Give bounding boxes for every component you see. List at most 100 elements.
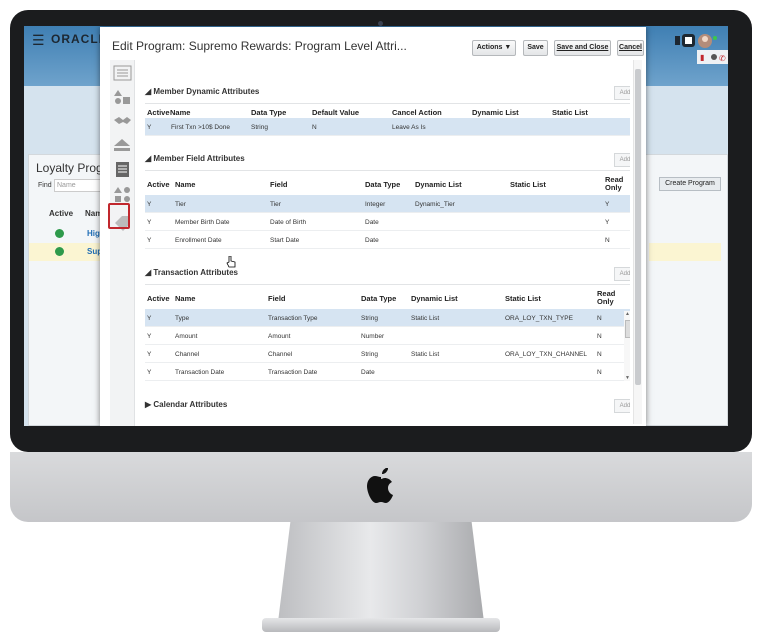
col-data-type: Data Type xyxy=(365,180,401,189)
cell-field: Tier xyxy=(270,201,281,208)
cell-data-type: Date xyxy=(365,237,379,244)
col-read-only: Read Only xyxy=(597,289,616,306)
cell-name: Enrollment Date xyxy=(175,237,222,244)
cell-data-type: Integer xyxy=(365,201,386,208)
cell-data-type: Number xyxy=(361,333,385,340)
table-row[interactable]: Sup xyxy=(29,243,109,261)
divider xyxy=(145,170,630,171)
page-title: Loyalty Progr xyxy=(36,161,107,175)
table-row[interactable]: Y Type Transaction Type String Static Li… xyxy=(145,309,630,327)
save-and-close-button[interactable]: Save and Close xyxy=(554,40,611,56)
cell-read-only: N xyxy=(597,315,602,322)
header-icons: ▮ ✆ xyxy=(675,29,728,65)
hamburger-icon[interactable]: ☰ xyxy=(32,32,45,49)
shapes-icon[interactable] xyxy=(113,88,132,106)
list-icon[interactable] xyxy=(113,64,132,82)
col-dynamic-list: Dynamic List xyxy=(411,294,458,303)
table-row[interactable]: High xyxy=(29,225,105,243)
member-field-title: Member Field Attributes xyxy=(153,154,245,163)
col-default-value: Default Value xyxy=(312,108,360,117)
col-active: Active xyxy=(147,294,170,303)
table-row[interactable]: Y Enrollment Date Start Date Date N xyxy=(145,231,630,249)
cell-active: Y xyxy=(147,369,152,376)
cell-active: Y xyxy=(147,351,152,358)
col-dynamic-list: Dynamic List xyxy=(472,108,519,117)
cell-name: Amount xyxy=(175,333,198,340)
scroll-up-icon[interactable]: ▲ xyxy=(625,311,630,317)
cell-read-only: Y xyxy=(605,219,610,226)
cell-data-type: Date xyxy=(365,219,379,226)
create-program-button[interactable]: Create Program xyxy=(659,177,721,191)
cell-field: Transaction Type xyxy=(268,315,318,322)
save-button[interactable]: Save xyxy=(523,40,548,56)
col-static-list: Static List xyxy=(552,108,588,117)
scroll-down-icon[interactable]: ▼ xyxy=(625,375,630,381)
cell-name: First Txn >10$ Done xyxy=(171,124,230,131)
cell-name: Type xyxy=(175,315,190,322)
cell-data-type: String xyxy=(251,124,268,131)
cell-name: Channel xyxy=(175,351,200,358)
cell-read-only: Y xyxy=(605,201,610,208)
col-read-only: Read Only xyxy=(605,175,624,192)
cell-active: Y xyxy=(147,201,152,208)
save-and-close-label: Save and Close xyxy=(556,44,609,51)
edit-program-dialog: Edit Program: Supremo Rewards: Program L… xyxy=(100,27,646,426)
table-row[interactable]: Y Amount Amount Number N xyxy=(145,327,630,345)
dialog-content: ◢ Member Dynamic Attributes Add Active N… xyxy=(140,60,630,426)
document-icon[interactable] xyxy=(113,160,132,178)
cell-read-only: N xyxy=(597,333,602,340)
table-row[interactable]: Y Tier Tier Integer Dynamic_Tier Y xyxy=(145,195,630,213)
cell-active: Y xyxy=(147,237,152,244)
cell-default-value: N xyxy=(312,124,317,131)
member-dynamic-title: Member Dynamic Attributes xyxy=(153,87,260,96)
col-active: Active xyxy=(147,180,170,189)
cell-active: Y xyxy=(147,219,152,226)
monitor-stand xyxy=(278,522,484,622)
check-circle-icon xyxy=(55,247,64,256)
handshake-icon[interactable] xyxy=(113,112,132,130)
col-dynamic-list: Dynamic List xyxy=(415,180,462,189)
actions-button[interactable]: Actions ▼ xyxy=(472,40,516,56)
transaction-section-header[interactable]: ◢ Transaction Attributes xyxy=(145,268,238,277)
col-static-list: Static List xyxy=(505,294,541,303)
col-name: Name xyxy=(175,180,196,189)
scroll-thumb[interactable] xyxy=(625,320,630,338)
cell-field: Transaction Date xyxy=(268,369,318,376)
collapse-triangle-icon: ◢ xyxy=(145,87,152,96)
col-data-type: Data Type xyxy=(251,108,287,117)
attributes-icon[interactable] xyxy=(113,186,132,204)
screen: ☰ ORACLE ▮ ✆ Loyalty Progr Find Name Act… xyxy=(24,26,728,426)
find-label: Find xyxy=(38,182,52,189)
calendar-add-button[interactable]: Add xyxy=(614,399,630,413)
row-highlight xyxy=(649,243,721,261)
svg-text:▮: ▮ xyxy=(700,53,704,62)
member-field-add-button[interactable]: Add xyxy=(614,153,630,167)
transaction-add-button[interactable]: Add xyxy=(614,267,630,281)
table-row[interactable]: Y Channel Channel String Static List ORA… xyxy=(145,345,630,363)
member-dynamic-add-button[interactable]: Add xyxy=(614,86,630,100)
cell-field: Date of Birth xyxy=(270,219,307,226)
calendar-section-header[interactable]: ▶ Calendar Attributes xyxy=(145,400,227,409)
table-row[interactable]: Y First Txn >10$ Done String N Leave As … xyxy=(145,118,630,136)
table-row[interactable]: Y Member Birth Date Date of Birth Date Y xyxy=(145,213,630,231)
transaction-table-scrollbar[interactable]: ▲ ▼ xyxy=(624,311,630,381)
table-row[interactable]: Y Transaction Date Transaction Date Date… xyxy=(145,363,630,381)
member-dynamic-section-header[interactable]: ◢ Member Dynamic Attributes xyxy=(145,87,259,96)
scroll-thumb[interactable] xyxy=(635,69,641,385)
transaction-title: Transaction Attributes xyxy=(153,268,238,277)
cancel-button[interactable]: Cancel xyxy=(617,40,644,56)
cell-active: Y xyxy=(147,315,152,322)
cell-dynamic-list: Static List xyxy=(411,351,440,358)
col-name: Name xyxy=(170,108,191,117)
dialog-scrollbar[interactable] xyxy=(633,60,642,424)
cell-data-type: String xyxy=(361,351,378,358)
selected-section-highlight xyxy=(108,203,130,229)
cell-cancel-action: Leave As Is xyxy=(392,124,426,131)
calendar-title: Calendar Attributes xyxy=(153,400,228,409)
member-field-section-header[interactable]: ◢ Member Field Attributes xyxy=(145,154,245,163)
stack-icon[interactable] xyxy=(113,136,132,154)
cell-dynamic-list: Dynamic_Tier xyxy=(415,201,455,208)
cell-read-only: N xyxy=(605,237,610,244)
header-icons-graphic: ▮ ✆ xyxy=(675,34,728,64)
divider xyxy=(145,284,630,285)
